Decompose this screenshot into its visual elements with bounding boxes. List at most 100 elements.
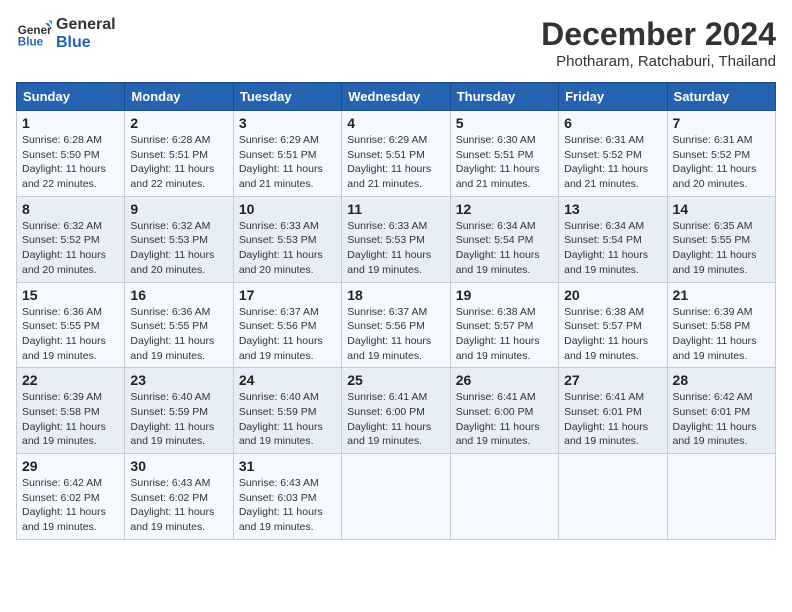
day-info: Sunrise: 6:42 AM Sunset: 6:02 PM Dayligh… [22, 476, 119, 535]
day-info: Sunrise: 6:37 AM Sunset: 5:56 PM Dayligh… [239, 305, 336, 364]
calendar-week: 1 Sunrise: 6:28 AM Sunset: 5:50 PM Dayli… [17, 111, 776, 197]
calendar-day: 4 Sunrise: 6:29 AM Sunset: 5:51 PM Dayli… [342, 111, 450, 197]
day-info: Sunrise: 6:43 AM Sunset: 6:02 PM Dayligh… [130, 476, 227, 535]
day-number: 31 [239, 458, 336, 474]
day-info: Sunrise: 6:39 AM Sunset: 5:58 PM Dayligh… [22, 390, 119, 449]
day-info: Sunrise: 6:42 AM Sunset: 6:01 PM Dayligh… [673, 390, 770, 449]
day-number: 12 [456, 201, 553, 217]
day-number: 27 [564, 372, 661, 388]
calendar-day [667, 454, 775, 540]
page-header: General Blue General Blue December 2024 … [16, 16, 776, 70]
weekday-header: Thursday [450, 83, 558, 111]
day-info: Sunrise: 6:32 AM Sunset: 5:52 PM Dayligh… [22, 219, 119, 278]
calendar-day: 28 Sunrise: 6:42 AM Sunset: 6:01 PM Dayl… [667, 368, 775, 454]
day-info: Sunrise: 6:31 AM Sunset: 5:52 PM Dayligh… [564, 133, 661, 192]
logo-line2: Blue [56, 34, 116, 52]
svg-text:Blue: Blue [18, 36, 44, 49]
calendar-day: 8 Sunrise: 6:32 AM Sunset: 5:52 PM Dayli… [17, 196, 125, 282]
calendar-day [450, 454, 558, 540]
day-number: 8 [22, 201, 119, 217]
month-title: December 2024 [541, 16, 776, 53]
day-number: 29 [22, 458, 119, 474]
day-number: 25 [347, 372, 444, 388]
logo: General Blue General Blue [16, 16, 116, 52]
calendar-day: 13 Sunrise: 6:34 AM Sunset: 5:54 PM Dayl… [559, 196, 667, 282]
day-info: Sunrise: 6:38 AM Sunset: 5:57 PM Dayligh… [456, 305, 553, 364]
calendar-week: 22 Sunrise: 6:39 AM Sunset: 5:58 PM Dayl… [17, 368, 776, 454]
day-number: 28 [673, 372, 770, 388]
weekday-header: Friday [559, 83, 667, 111]
calendar: SundayMondayTuesdayWednesdayThursdayFrid… [16, 82, 776, 540]
calendar-day: 11 Sunrise: 6:33 AM Sunset: 5:53 PM Dayl… [342, 196, 450, 282]
day-info: Sunrise: 6:28 AM Sunset: 5:50 PM Dayligh… [22, 133, 119, 192]
calendar-day: 19 Sunrise: 6:38 AM Sunset: 5:57 PM Dayl… [450, 282, 558, 368]
logo-line1: General [56, 16, 116, 34]
calendar-week: 29 Sunrise: 6:42 AM Sunset: 6:02 PM Dayl… [17, 454, 776, 540]
day-info: Sunrise: 6:37 AM Sunset: 5:56 PM Dayligh… [347, 305, 444, 364]
day-info: Sunrise: 6:36 AM Sunset: 5:55 PM Dayligh… [22, 305, 119, 364]
calendar-day: 26 Sunrise: 6:41 AM Sunset: 6:00 PM Dayl… [450, 368, 558, 454]
calendar-day: 21 Sunrise: 6:39 AM Sunset: 5:58 PM Dayl… [667, 282, 775, 368]
day-info: Sunrise: 6:43 AM Sunset: 6:03 PM Dayligh… [239, 476, 336, 535]
calendar-day: 18 Sunrise: 6:37 AM Sunset: 5:56 PM Dayl… [342, 282, 450, 368]
weekday-header: Saturday [667, 83, 775, 111]
day-info: Sunrise: 6:41 AM Sunset: 6:01 PM Dayligh… [564, 390, 661, 449]
day-info: Sunrise: 6:34 AM Sunset: 5:54 PM Dayligh… [456, 219, 553, 278]
day-number: 16 [130, 287, 227, 303]
calendar-day: 29 Sunrise: 6:42 AM Sunset: 6:02 PM Dayl… [17, 454, 125, 540]
calendar-day: 9 Sunrise: 6:32 AM Sunset: 5:53 PM Dayli… [125, 196, 233, 282]
calendar-day: 3 Sunrise: 6:29 AM Sunset: 5:51 PM Dayli… [233, 111, 341, 197]
weekday-header: Tuesday [233, 83, 341, 111]
calendar-day: 16 Sunrise: 6:36 AM Sunset: 5:55 PM Dayl… [125, 282, 233, 368]
weekday-header: Sunday [17, 83, 125, 111]
calendar-day: 24 Sunrise: 6:40 AM Sunset: 5:59 PM Dayl… [233, 368, 341, 454]
day-info: Sunrise: 6:38 AM Sunset: 5:57 PM Dayligh… [564, 305, 661, 364]
day-number: 15 [22, 287, 119, 303]
calendar-day: 31 Sunrise: 6:43 AM Sunset: 6:03 PM Dayl… [233, 454, 341, 540]
calendar-day: 14 Sunrise: 6:35 AM Sunset: 5:55 PM Dayl… [667, 196, 775, 282]
calendar-day: 27 Sunrise: 6:41 AM Sunset: 6:01 PM Dayl… [559, 368, 667, 454]
day-info: Sunrise: 6:40 AM Sunset: 5:59 PM Dayligh… [130, 390, 227, 449]
calendar-day: 23 Sunrise: 6:40 AM Sunset: 5:59 PM Dayl… [125, 368, 233, 454]
location-title: Photharam, Ratchaburi, Thailand [541, 53, 776, 70]
day-info: Sunrise: 6:30 AM Sunset: 5:51 PM Dayligh… [456, 133, 553, 192]
day-number: 18 [347, 287, 444, 303]
day-number: 7 [673, 115, 770, 131]
day-info: Sunrise: 6:29 AM Sunset: 5:51 PM Dayligh… [239, 133, 336, 192]
day-number: 2 [130, 115, 227, 131]
day-number: 5 [456, 115, 553, 131]
day-info: Sunrise: 6:33 AM Sunset: 5:53 PM Dayligh… [239, 219, 336, 278]
day-info: Sunrise: 6:40 AM Sunset: 5:59 PM Dayligh… [239, 390, 336, 449]
day-number: 10 [239, 201, 336, 217]
calendar-day: 17 Sunrise: 6:37 AM Sunset: 5:56 PM Dayl… [233, 282, 341, 368]
calendar-day: 22 Sunrise: 6:39 AM Sunset: 5:58 PM Dayl… [17, 368, 125, 454]
calendar-day: 2 Sunrise: 6:28 AM Sunset: 5:51 PM Dayli… [125, 111, 233, 197]
day-info: Sunrise: 6:39 AM Sunset: 5:58 PM Dayligh… [673, 305, 770, 364]
title-block: December 2024 Photharam, Ratchaburi, Tha… [541, 16, 776, 70]
day-info: Sunrise: 6:41 AM Sunset: 6:00 PM Dayligh… [456, 390, 553, 449]
calendar-day: 20 Sunrise: 6:38 AM Sunset: 5:57 PM Dayl… [559, 282, 667, 368]
day-info: Sunrise: 6:32 AM Sunset: 5:53 PM Dayligh… [130, 219, 227, 278]
calendar-day: 25 Sunrise: 6:41 AM Sunset: 6:00 PM Dayl… [342, 368, 450, 454]
day-number: 6 [564, 115, 661, 131]
day-info: Sunrise: 6:41 AM Sunset: 6:00 PM Dayligh… [347, 390, 444, 449]
day-number: 17 [239, 287, 336, 303]
day-info: Sunrise: 6:34 AM Sunset: 5:54 PM Dayligh… [564, 219, 661, 278]
calendar-day: 10 Sunrise: 6:33 AM Sunset: 5:53 PM Dayl… [233, 196, 341, 282]
calendar-day: 7 Sunrise: 6:31 AM Sunset: 5:52 PM Dayli… [667, 111, 775, 197]
day-info: Sunrise: 6:31 AM Sunset: 5:52 PM Dayligh… [673, 133, 770, 192]
weekday-header: Monday [125, 83, 233, 111]
day-number: 14 [673, 201, 770, 217]
day-number: 19 [456, 287, 553, 303]
calendar-day: 30 Sunrise: 6:43 AM Sunset: 6:02 PM Dayl… [125, 454, 233, 540]
day-info: Sunrise: 6:28 AM Sunset: 5:51 PM Dayligh… [130, 133, 227, 192]
calendar-day [342, 454, 450, 540]
day-number: 4 [347, 115, 444, 131]
day-number: 30 [130, 458, 227, 474]
day-number: 1 [22, 115, 119, 131]
day-info: Sunrise: 6:36 AM Sunset: 5:55 PM Dayligh… [130, 305, 227, 364]
calendar-week: 15 Sunrise: 6:36 AM Sunset: 5:55 PM Dayl… [17, 282, 776, 368]
day-number: 24 [239, 372, 336, 388]
day-number: 3 [239, 115, 336, 131]
day-number: 11 [347, 201, 444, 217]
